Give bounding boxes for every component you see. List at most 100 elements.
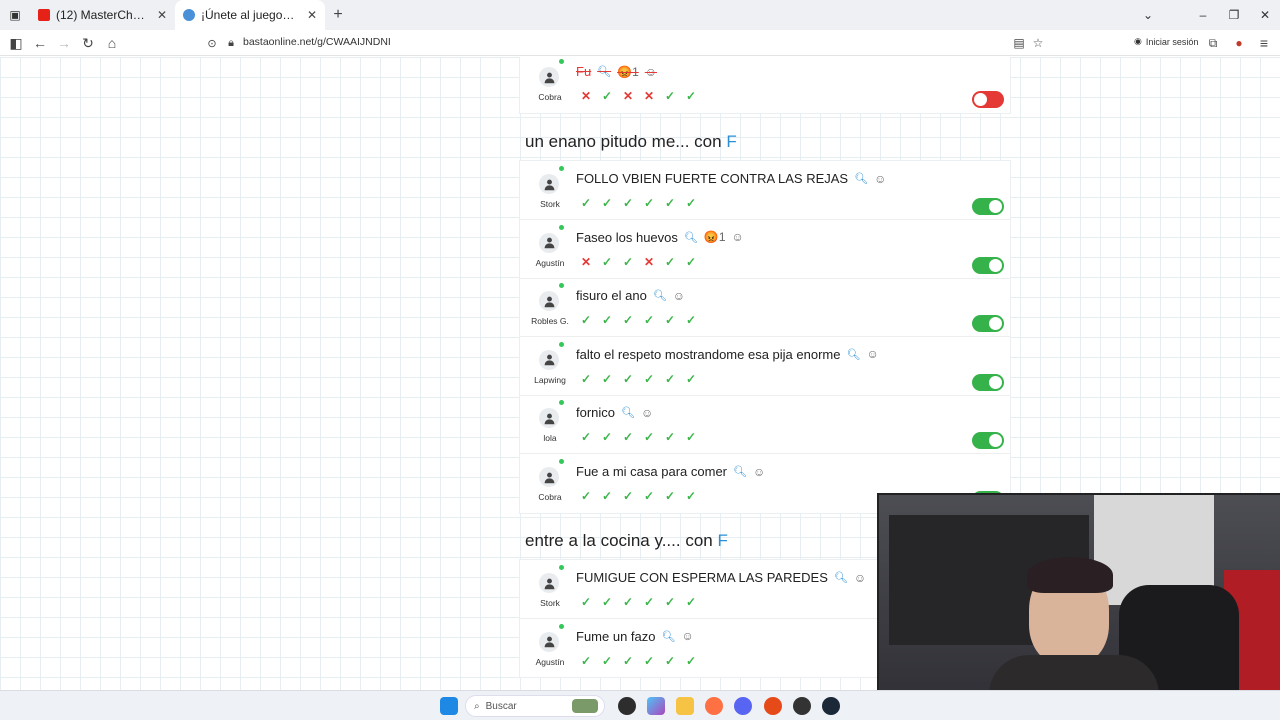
menu-icon[interactable]: ≡ xyxy=(1253,33,1275,53)
tab-list-chevron-icon[interactable]: ⌄ xyxy=(1133,0,1163,30)
firefox-icon[interactable] xyxy=(705,697,723,715)
validity-toggle[interactable] xyxy=(972,198,1004,215)
taskbar-search[interactable]: ⌕ Buscar xyxy=(465,695,605,717)
address-bar[interactable]: bastaonline.net/g/CWAAIJNDNI xyxy=(243,36,391,48)
close-tab-icon[interactable]: ✕ xyxy=(307,8,317,22)
tab-masterchef[interactable]: (12) MasterChef Argentina - Yo ✕ xyxy=(30,0,175,30)
add-reaction-icon[interactable]: ☺ xyxy=(681,629,693,643)
vote-approve-icon[interactable]: ✓ xyxy=(599,372,615,386)
vote-approve-icon[interactable]: ✓ xyxy=(620,595,636,609)
signin-button[interactable]: ◉ Iniciar sesión xyxy=(1134,36,1198,47)
profile-icon[interactable]: ● xyxy=(1228,33,1250,53)
vote-approve-icon[interactable]: ✓ xyxy=(683,196,699,210)
validity-toggle[interactable] xyxy=(972,432,1004,450)
discord-icon[interactable] xyxy=(734,697,752,715)
vote-reject-icon[interactable]: ✕ xyxy=(578,255,594,269)
vote-approve-icon[interactable]: ✓ xyxy=(662,654,678,668)
search-icon[interactable]: 🔍︎ xyxy=(653,289,667,302)
bookmark-star-icon[interactable]: ☆ xyxy=(1027,33,1049,53)
vote-approve-icon[interactable]: ✓ xyxy=(641,654,657,668)
add-reaction-icon[interactable]: ☺ xyxy=(732,230,744,244)
add-reaction-icon[interactable]: ☺ xyxy=(866,347,878,361)
vote-approve-icon[interactable]: ✓ xyxy=(578,595,594,609)
search-icon[interactable]: 🔍︎ xyxy=(854,172,868,185)
vote-approve-icon[interactable]: ✓ xyxy=(662,489,678,503)
search-icon[interactable]: 🔍︎ xyxy=(846,348,860,361)
search-icon[interactable]: 🔍︎ xyxy=(621,406,635,419)
search-icon[interactable]: 🔍︎ xyxy=(834,571,848,584)
vote-reject-icon[interactable]: ✕ xyxy=(620,89,636,103)
add-reaction-icon[interactable]: ☺ xyxy=(753,465,765,479)
vote-approve-icon[interactable]: ✓ xyxy=(620,255,636,269)
copilot-icon[interactable] xyxy=(647,697,665,715)
vote-approve-icon[interactable]: ✓ xyxy=(662,89,678,103)
vote-approve-icon[interactable]: ✓ xyxy=(620,654,636,668)
vote-approve-icon[interactable]: ✓ xyxy=(599,89,615,103)
vote-approve-icon[interactable]: ✓ xyxy=(683,595,699,609)
vote-approve-icon[interactable]: ✓ xyxy=(641,196,657,210)
add-reaction-icon[interactable]: ☺ xyxy=(645,65,657,79)
vote-approve-icon[interactable]: ✓ xyxy=(578,372,594,386)
vote-reject-icon[interactable]: ✕ xyxy=(641,255,657,269)
vote-approve-icon[interactable]: ✓ xyxy=(683,489,699,503)
forward-button[interactable]: → xyxy=(53,33,75,53)
vote-approve-icon[interactable]: ✓ xyxy=(662,255,678,269)
app-icon-1[interactable] xyxy=(618,697,636,715)
vote-approve-icon[interactable]: ✓ xyxy=(683,255,699,269)
app-icon-2[interactable] xyxy=(764,697,782,715)
angry-reaction-count[interactable]: 😡1 xyxy=(704,230,726,244)
search-icon[interactable]: 🔍︎ xyxy=(733,465,747,478)
vote-approve-icon[interactable]: ✓ xyxy=(620,430,636,444)
maximize-button[interactable]: ❐ xyxy=(1219,0,1249,30)
vote-approve-icon[interactable]: ✓ xyxy=(662,430,678,444)
vote-approve-icon[interactable]: ✓ xyxy=(662,313,678,327)
vote-approve-icon[interactable]: ✓ xyxy=(599,255,615,269)
vote-approve-icon[interactable]: ✓ xyxy=(683,313,699,327)
vote-approve-icon[interactable]: ✓ xyxy=(662,372,678,386)
search-icon[interactable]: 🔍︎ xyxy=(597,65,611,78)
reload-button[interactable]: ↻ xyxy=(77,33,99,53)
tab-basta[interactable]: ¡Únete al juego Basta! ✕ xyxy=(175,0,325,30)
vote-approve-icon[interactable]: ✓ xyxy=(641,313,657,327)
vote-approve-icon[interactable]: ✓ xyxy=(599,489,615,503)
vote-approve-icon[interactable]: ✓ xyxy=(641,489,657,503)
vote-approve-icon[interactable]: ✓ xyxy=(620,196,636,210)
file-explorer-icon[interactable] xyxy=(676,697,694,715)
vote-approve-icon[interactable]: ✓ xyxy=(578,654,594,668)
vote-approve-icon[interactable]: ✓ xyxy=(599,595,615,609)
validity-toggle[interactable] xyxy=(972,256,1004,274)
vote-approve-icon[interactable]: ✓ xyxy=(599,654,615,668)
search-icon[interactable]: 🔍︎ xyxy=(684,231,698,244)
validity-toggle[interactable] xyxy=(972,91,1004,108)
minimize-button[interactable]: – xyxy=(1188,0,1218,30)
vote-approve-icon[interactable]: ✓ xyxy=(620,313,636,327)
vote-approve-icon[interactable]: ✓ xyxy=(620,372,636,386)
add-reaction-icon[interactable]: ☺ xyxy=(874,172,886,186)
vote-approve-icon[interactable]: ✓ xyxy=(683,654,699,668)
search-icon[interactable]: 🔍︎ xyxy=(662,630,676,643)
vote-approve-icon[interactable]: ✓ xyxy=(620,489,636,503)
vote-approve-icon[interactable]: ✓ xyxy=(683,430,699,444)
steam-icon[interactable] xyxy=(822,697,840,715)
vote-approve-icon[interactable]: ✓ xyxy=(578,489,594,503)
add-reaction-icon[interactable]: ☺ xyxy=(673,289,685,303)
close-window-button[interactable]: ✕ xyxy=(1250,0,1280,30)
vote-approve-icon[interactable]: ✓ xyxy=(599,313,615,327)
vote-approve-icon[interactable]: ✓ xyxy=(683,372,699,386)
vote-reject-icon[interactable]: ✕ xyxy=(578,89,594,103)
vote-approve-icon[interactable]: ✓ xyxy=(599,196,615,210)
add-reaction-icon[interactable]: ☺ xyxy=(641,406,653,420)
app-icon-3[interactable] xyxy=(793,697,811,715)
vote-approve-icon[interactable]: ✓ xyxy=(578,196,594,210)
vote-approve-icon[interactable]: ✓ xyxy=(599,430,615,444)
vote-approve-icon[interactable]: ✓ xyxy=(641,595,657,609)
add-reaction-icon[interactable]: ☺ xyxy=(854,571,866,585)
close-tab-icon[interactable]: ✕ xyxy=(157,8,167,22)
extensions-icon[interactable]: ⧉ xyxy=(1202,33,1224,53)
windows-start-icon[interactable] xyxy=(440,697,458,715)
vote-approve-icon[interactable]: ✓ xyxy=(578,313,594,327)
angry-reaction-count[interactable]: 😡1 xyxy=(617,65,639,79)
vote-approve-icon[interactable]: ✓ xyxy=(662,196,678,210)
vote-approve-icon[interactable]: ✓ xyxy=(662,595,678,609)
home-button[interactable]: ⌂ xyxy=(101,33,123,53)
